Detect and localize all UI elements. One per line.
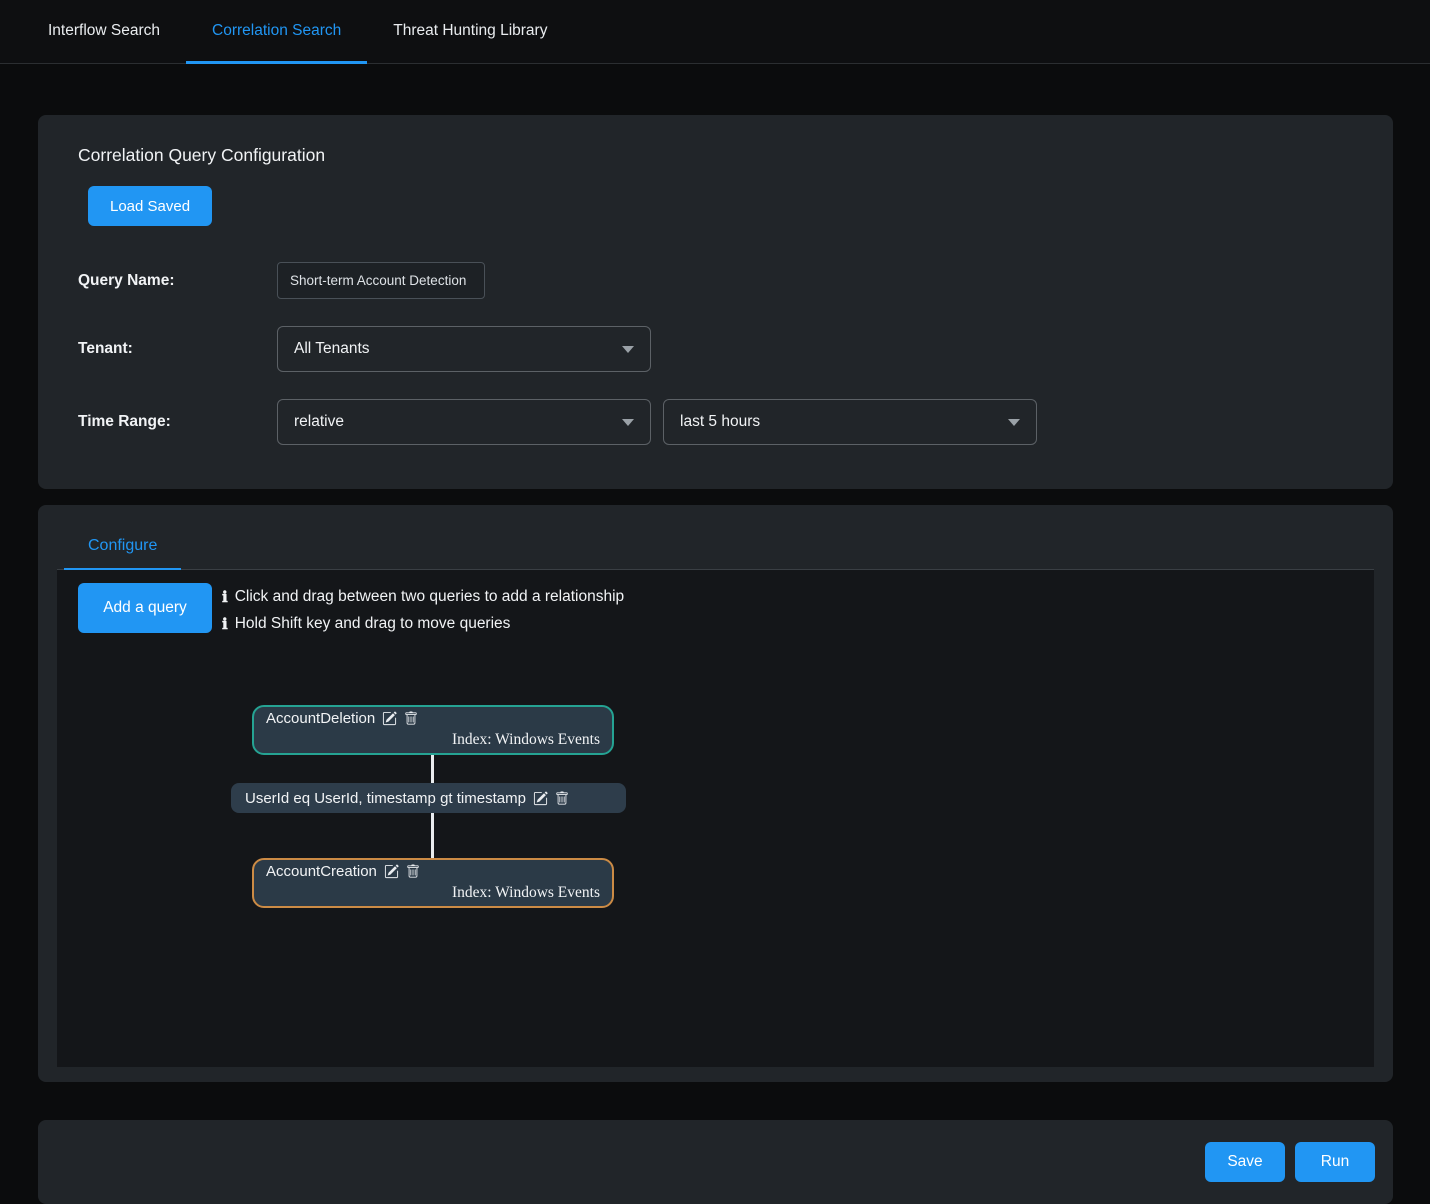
node-name: AccountDeletion [266,710,375,727]
tab-correlation-search[interactable]: Correlation Search [186,0,367,64]
time-range-value: last 5 hours [680,413,760,431]
node-title-row: AccountDeletion [266,710,600,727]
query-node-account-creation[interactable]: AccountCreation Index: Windows Events [252,858,614,908]
relationship-text: UserId eq UserId, timestamp gt timestamp [245,790,526,807]
hint-move: ℹ Hold Shift key and drag to move querie… [222,610,624,637]
chevron-down-icon [622,419,634,426]
trash-icon[interactable] [404,711,418,726]
load-saved-button[interactable]: Load Saved [88,186,212,226]
query-name-row: Query Name: [78,262,1353,299]
node-index-label: Index: Windows Events [266,731,600,749]
node-name: AccountCreation [266,863,377,880]
edit-icon[interactable] [382,711,397,726]
time-range-value-select[interactable]: last 5 hours [663,399,1037,445]
trash-icon[interactable] [555,791,569,806]
relationship-pill[interactable]: UserId eq UserId, timestamp gt timestamp [231,783,626,813]
tab-configure[interactable]: Configure [64,529,181,570]
hint-move-text: Hold Shift key and drag to move queries [235,615,511,633]
tenant-label: Tenant: [78,340,277,358]
edit-icon[interactable] [384,864,399,879]
query-builder-card: Configure Add a query ℹ Click and drag b… [38,505,1393,1082]
node-index-label: Index: Windows Events [266,884,600,902]
chevron-down-icon [622,346,634,353]
tenant-select-value: All Tenants [294,340,370,358]
tenant-select[interactable]: All Tenants [277,326,651,372]
canvas-hints: ℹ Click and drag between two queries to … [222,583,624,637]
info-icon: ℹ [222,588,228,606]
time-range-type-select[interactable]: relative [277,399,651,445]
time-range-type-value: relative [294,413,344,431]
hint-relationship: ℹ Click and drag between two queries to … [222,583,624,610]
top-nav: Interflow Search Correlation Search Thre… [0,0,1430,64]
footer-action-bar: Save Run [38,1120,1393,1204]
correlation-query-config-card: Correlation Query Configuration Load Sav… [38,115,1393,489]
info-icon: ℹ [222,615,228,633]
time-range-row: Time Range: relative last 5 hours [78,399,1353,445]
node-title-row: AccountCreation [266,863,600,880]
builder-tabs: Configure [57,505,1374,570]
time-range-label: Time Range: [78,413,277,431]
trash-icon[interactable] [406,864,420,879]
config-card-title: Correlation Query Configuration [78,145,1353,166]
chevron-down-icon [1008,419,1020,426]
query-name-label: Query Name: [78,272,277,290]
query-name-input[interactable] [277,262,485,299]
query-canvas[interactable]: Add a query ℹ Click and drag between two… [57,570,1374,1067]
save-button[interactable]: Save [1205,1142,1285,1182]
query-node-account-deletion[interactable]: AccountDeletion Index: Windows Events [252,705,614,755]
hint-relationship-text: Click and drag between two queries to ad… [235,588,624,606]
run-button[interactable]: Run [1295,1142,1375,1182]
edit-icon[interactable] [533,791,548,806]
tenant-row: Tenant: All Tenants [78,326,1353,372]
page: Interflow Search Correlation Search Thre… [0,0,1430,1204]
tab-interflow-search[interactable]: Interflow Search [22,0,186,64]
add-query-button[interactable]: Add a query [78,583,212,633]
tab-threat-hunting-library[interactable]: Threat Hunting Library [367,0,573,64]
